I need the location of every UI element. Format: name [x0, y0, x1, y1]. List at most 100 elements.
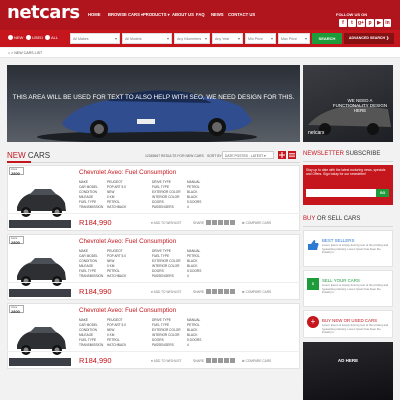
sell-cars-text: Lorem Ipsum is simply dummy text of the …: [322, 283, 389, 294]
sell-tag-icon: $: [307, 278, 319, 290]
share-facebook-icon[interactable]: [206, 358, 211, 363]
car-title[interactable]: Chevrolet Aveo: Fuel Consumption: [79, 169, 176, 176]
spec-value: PETROL: [187, 185, 200, 189]
spec-value: BLACK: [187, 328, 198, 332]
hero-car-image: [37, 90, 257, 142]
spec-key: TRANSMISSION: [79, 205, 104, 209]
google-plus-icon[interactable]: g+: [357, 19, 365, 27]
radio-dot: [26, 35, 31, 41]
wishlist-link[interactable]: ♥ ADD TO WISHLIST: [151, 359, 181, 363]
share-twitter-icon[interactable]: [212, 289, 217, 294]
spec-row: CONDITION NEW: [79, 328, 114, 332]
spec-value: BLACK: [187, 259, 198, 263]
spec-value: PETROL: [107, 269, 120, 273]
share-facebook-icon[interactable]: [206, 220, 211, 225]
spec-row: CONDITION NEW: [79, 190, 114, 194]
radio-new[interactable]: NEW: [8, 35, 24, 41]
heading-accent: NEW: [7, 151, 26, 160]
spec-value: NEW: [107, 259, 115, 263]
share-google-plus-icon[interactable]: [218, 289, 223, 294]
spec-key: INTERIOR COLOR: [152, 264, 180, 268]
compare-label: COMPARE CARS: [245, 290, 272, 294]
share-pinterest-icon[interactable]: [224, 289, 229, 294]
nav-news[interactable]: NEWS: [211, 12, 224, 17]
nav-about-us[interactable]: ABOUT US: [172, 12, 194, 17]
linkedin-icon[interactable]: in: [384, 19, 391, 27]
max-price-select[interactable]: Max Price: [278, 33, 310, 44]
site-logo[interactable]: netcars: [7, 2, 80, 23]
share-pinterest-icon[interactable]: [224, 358, 229, 363]
kilometers-select[interactable]: Any Kilometers: [174, 33, 210, 44]
nav-products[interactable]: PRODUCTS ▾: [143, 12, 170, 17]
youtube-icon[interactable]: ▶: [375, 19, 383, 27]
newsletter-email-input[interactable]: [306, 189, 376, 197]
car-thumbnail[interactable]: [9, 305, 71, 366]
advanced-search-button[interactable]: ADVANCED SEARCH ❯: [344, 33, 394, 44]
spec-row: INTERIOR COLOR BLACK: [152, 264, 197, 268]
breadcrumb[interactable]: ⌂ > NEW CARS LIST: [8, 51, 42, 55]
price-badge-value: 2800: [11, 240, 20, 245]
search-button[interactable]: SEARCH: [312, 33, 342, 44]
radio-new-label: NEW: [14, 35, 24, 40]
share-email-icon[interactable]: [230, 358, 235, 363]
spec-key: DOORS: [152, 269, 164, 273]
spec-row: MAKE PEUGEOT: [79, 180, 123, 184]
year-select[interactable]: Any Year: [212, 33, 243, 44]
buy-sell-rule: [303, 226, 393, 227]
share-label: SHARE: [193, 359, 204, 363]
share-email-icon[interactable]: [230, 220, 235, 225]
share-google-plus-icon[interactable]: [218, 220, 223, 225]
share-twitter-icon[interactable]: [212, 220, 217, 225]
wishlist-label: ADD TO WISHLIST: [153, 221, 182, 225]
side-ad-text: WE NEED A FUNCTIONALITY DESIGN HERE: [332, 98, 388, 113]
compare-link[interactable]: ⇄ COMPARE CARS: [242, 221, 271, 225]
min-price-select[interactable]: Min Price: [245, 33, 276, 44]
makes-select[interactable]: All Makes: [70, 33, 120, 44]
grid-view-icon[interactable]: [278, 151, 286, 159]
spec-row: CAR MODEL POP ART 5.0: [79, 254, 126, 258]
spec-value: BLACK: [187, 195, 198, 199]
newsletter-go-button[interactable]: GO: [376, 189, 389, 197]
spec-value: 0 KM: [107, 195, 115, 199]
radio-used[interactable]: USED: [26, 35, 43, 41]
sort-select[interactable]: DATE POSTED - LATEST ▾: [222, 151, 274, 159]
car-thumbnail[interactable]: [9, 236, 71, 297]
share-email-icon[interactable]: [230, 289, 235, 294]
radio-all[interactable]: ALL: [45, 35, 58, 41]
nav-browse-cars[interactable]: BROWSE CARS ▾: [108, 12, 143, 17]
spec-row: MILEAGE 0 KM: [79, 195, 114, 199]
car-title[interactable]: Chevrolet Aveo: Fuel Consumption: [79, 238, 176, 245]
spec-row: INTERIOR COLOR BLACK: [152, 195, 197, 199]
share-facebook-icon[interactable]: [206, 289, 211, 294]
best-sellers-text: Lorem Ipsum is simply dummy text of the …: [322, 243, 389, 254]
car-thumbnail[interactable]: [9, 167, 71, 228]
nav-contact-us[interactable]: CONTACT US: [228, 12, 255, 17]
ad-banner[interactable]: [303, 342, 393, 400]
share-twitter-icon[interactable]: [212, 358, 217, 363]
list-view-icon[interactable]: [288, 151, 296, 159]
twitter-icon[interactable]: t: [348, 19, 356, 27]
spec-value: 4: [187, 205, 189, 209]
heading-accent-rule: [7, 161, 31, 163]
spec-key: INTERIOR COLOR: [152, 333, 180, 337]
wishlist-label: ADD TO WISHLIST: [153, 359, 182, 363]
card-divider: [7, 213, 300, 214]
wishlist-link[interactable]: ♥ ADD TO WISHLIST: [151, 290, 181, 294]
spec-value: 5 DOORS: [187, 338, 202, 342]
spec-row: INTERIOR COLOR BLACK: [152, 333, 197, 337]
car-title[interactable]: Chevrolet Aveo: Fuel Consumption: [79, 307, 176, 314]
thumbs-up-icon: [307, 238, 319, 250]
share-google-plus-icon[interactable]: [218, 358, 223, 363]
models-select[interactable]: All Models: [122, 33, 172, 44]
share-pinterest-icon[interactable]: [224, 220, 229, 225]
compare-link[interactable]: ⇄ COMPARE CARS: [242, 290, 271, 294]
nav-home[interactable]: HOME: [88, 12, 101, 17]
wishlist-link[interactable]: ♥ ADD TO WISHLIST: [151, 221, 181, 225]
radio-dot: [45, 35, 50, 41]
facebook-icon[interactable]: f: [339, 19, 347, 27]
spec-key: MAKE: [79, 249, 89, 253]
compare-link[interactable]: ⇄ COMPARE CARS: [242, 359, 271, 363]
pinterest-icon[interactable]: p: [366, 19, 374, 27]
nav-faq[interactable]: FAQ: [196, 12, 205, 17]
side-ad-logo: netcars: [308, 130, 325, 136]
